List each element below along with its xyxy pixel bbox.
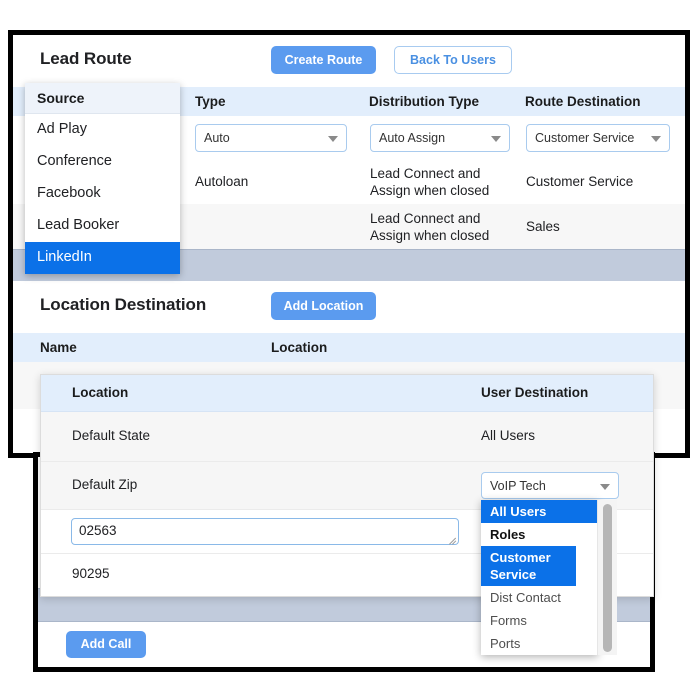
location-destination-table-header: Name Location — [13, 333, 685, 363]
type-select[interactable]: Auto — [195, 124, 347, 152]
cell-distribution-type: Lead Connect and Assign when closed — [370, 211, 490, 243]
chevron-down-icon — [328, 136, 338, 142]
source-option-label: LinkedIn — [37, 249, 92, 265]
lead-route-header: Lead Route Create Route Back To Users — [13, 35, 685, 87]
user-destination-option-all-users[interactable]: All Users — [481, 500, 598, 523]
chevron-down-icon — [651, 136, 661, 142]
column-header-type: Type — [195, 94, 226, 109]
cell-type: Autoloan — [195, 174, 249, 189]
source-option-linkedin[interactable]: LinkedIn — [25, 242, 180, 274]
source-option-label: Ad Play — [37, 121, 87, 137]
cell-location: Default Zip — [72, 477, 138, 492]
create-route-button[interactable]: Create Route — [271, 46, 376, 74]
page-title: Lead Route — [40, 49, 132, 68]
source-option-lead-booker[interactable]: Lead Booker — [25, 210, 180, 242]
column-header-route-destination: Route Destination — [525, 94, 641, 109]
route-destination-select[interactable]: Customer Service — [526, 124, 670, 152]
source-option-conference[interactable]: Conference — [25, 146, 180, 178]
location-destination-title: Location Destination — [40, 295, 207, 314]
chevron-down-icon — [491, 136, 501, 142]
cell-route-destination: Customer Service — [526, 174, 634, 189]
user-destination-group-roles: Roles — [481, 523, 598, 546]
source-option-label: Lead Booker — [37, 217, 120, 233]
distribution-type-select-value: Auto Assign — [379, 131, 446, 145]
add-call-button[interactable]: Add Call — [66, 631, 146, 658]
column-header-distribution-type: Distribution Type — [369, 94, 479, 109]
column-header-name: Name — [40, 340, 77, 355]
screenshot-stage: Lead Route Create Route Back To Users So… — [0, 0, 700, 700]
user-destination-option-forms[interactable]: Forms — [481, 609, 598, 632]
chevron-down-icon — [600, 484, 610, 490]
distribution-type-select[interactable]: Auto Assign — [370, 124, 510, 152]
voip-tech-select-value: VoIP Tech — [490, 479, 546, 493]
source-option-label: Facebook — [37, 185, 101, 201]
source-dropdown-header-label: Source — [37, 90, 85, 106]
source-option-ad-play[interactable]: Ad Play — [25, 114, 180, 146]
column-header-location: Location — [271, 340, 328, 355]
cell-user-destination: All Users — [481, 428, 536, 443]
voip-tech-select[interactable]: VoIP Tech — [481, 472, 619, 499]
column-header-location: Location — [72, 385, 129, 400]
source-option-facebook[interactable]: Facebook — [25, 178, 180, 210]
cell-location: Default State — [72, 428, 151, 443]
dropdown-scrollbar[interactable] — [597, 500, 617, 655]
source-option-label: Conference — [37, 153, 112, 169]
user-destination-dropdown-list[interactable]: All Users Roles Customer Service Dist Co… — [481, 500, 617, 655]
user-destination-option-dist-contact[interactable]: Dist Contact — [481, 586, 598, 609]
location-destination-header: Location Destination Add Location — [13, 281, 685, 333]
user-destination-option-ports[interactable]: Ports — [481, 632, 598, 655]
back-to-users-button[interactable]: Back To Users — [394, 46, 512, 74]
route-destination-select-value: Customer Service — [535, 131, 635, 145]
user-destination-option-customer-service[interactable]: Customer Service — [481, 546, 576, 586]
source-dropdown-header: Source — [25, 83, 180, 114]
inner-panel-row-default-state[interactable]: Default State All Users — [41, 412, 653, 462]
inner-panel-header: Location User Destination — [41, 375, 653, 412]
cell-distribution-type: Lead Connect and Assign when closed — [370, 166, 490, 198]
source-dropdown-list[interactable]: Source Ad Play Conference Facebook Lead … — [25, 83, 180, 274]
column-header-user-destination: User Destination — [481, 385, 589, 400]
type-select-value: Auto — [204, 131, 230, 145]
add-location-button[interactable]: Add Location — [271, 292, 376, 320]
cell-route-destination: Sales — [526, 219, 560, 234]
zip-code-input[interactable] — [71, 518, 459, 545]
dropdown-scrollbar-thumb[interactable] — [603, 504, 612, 652]
cell-zip-value: 90295 — [72, 566, 110, 581]
